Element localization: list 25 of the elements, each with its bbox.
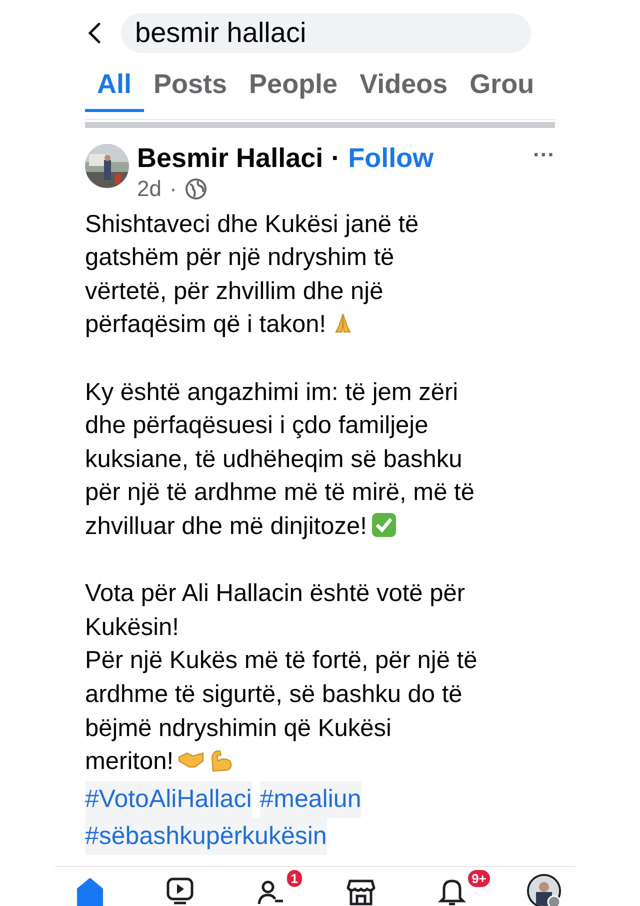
home-icon[interactable] [75, 876, 105, 906]
tab[interactable]: Posts [154, 56, 228, 112]
hashtag-link[interactable]: #VotoAliHallaci [85, 780, 252, 818]
check-mark-icon [370, 512, 397, 538]
post-paragraph: Vota për Ali Hallacin është votë për Kukësin! Për një Kukës më të fortë, për një të ardhme të sigurtë, së bashku do të bëjmë ndryshimin që Kukësi meriton! [85, 579, 478, 778]
globe-icon [184, 178, 207, 200]
separator-dot: · [169, 178, 177, 200]
follow-link[interactable]: Follow [348, 144, 434, 174]
post-paragraph: Ky është angazhimi im: të jem zëri dhe përfaqësuesi i çdo familjeje kuksiane, të udhëheqim së bashku për një të ardhme më të mirë, më të zhvilluar dhe më dinjitoze! [85, 378, 476, 542]
video-icon[interactable] [165, 876, 196, 906]
profile-icon[interactable] [526, 874, 561, 906]
tab[interactable]: All [85, 56, 144, 112]
search-field[interactable]: besmir hallaci [121, 12, 531, 52]
tab[interactable]: Grou [470, 56, 534, 112]
notification-badge: 9+ [466, 869, 492, 888]
tab[interactable]: People [249, 56, 338, 112]
tab[interactable]: Videos [360, 56, 448, 112]
hashtag-link[interactable]: #mealiun [260, 780, 362, 818]
post-paragraph: Shishtaveci dhe Kukësi janë të gatshëm për një ndryshim të vërtetë, për zhvillim dhe një përfaqësim që i takon! [85, 210, 420, 340]
hashtag-link[interactable]: #sëbashkupërkukësin [85, 818, 327, 855]
post-time: 2d [137, 178, 162, 200]
separator-dot: · [331, 144, 340, 174]
author-name[interactable]: Besmir Hallaci [137, 144, 324, 174]
more-options[interactable]: ··· [533, 144, 555, 166]
notification-badge: 1 [286, 869, 304, 888]
